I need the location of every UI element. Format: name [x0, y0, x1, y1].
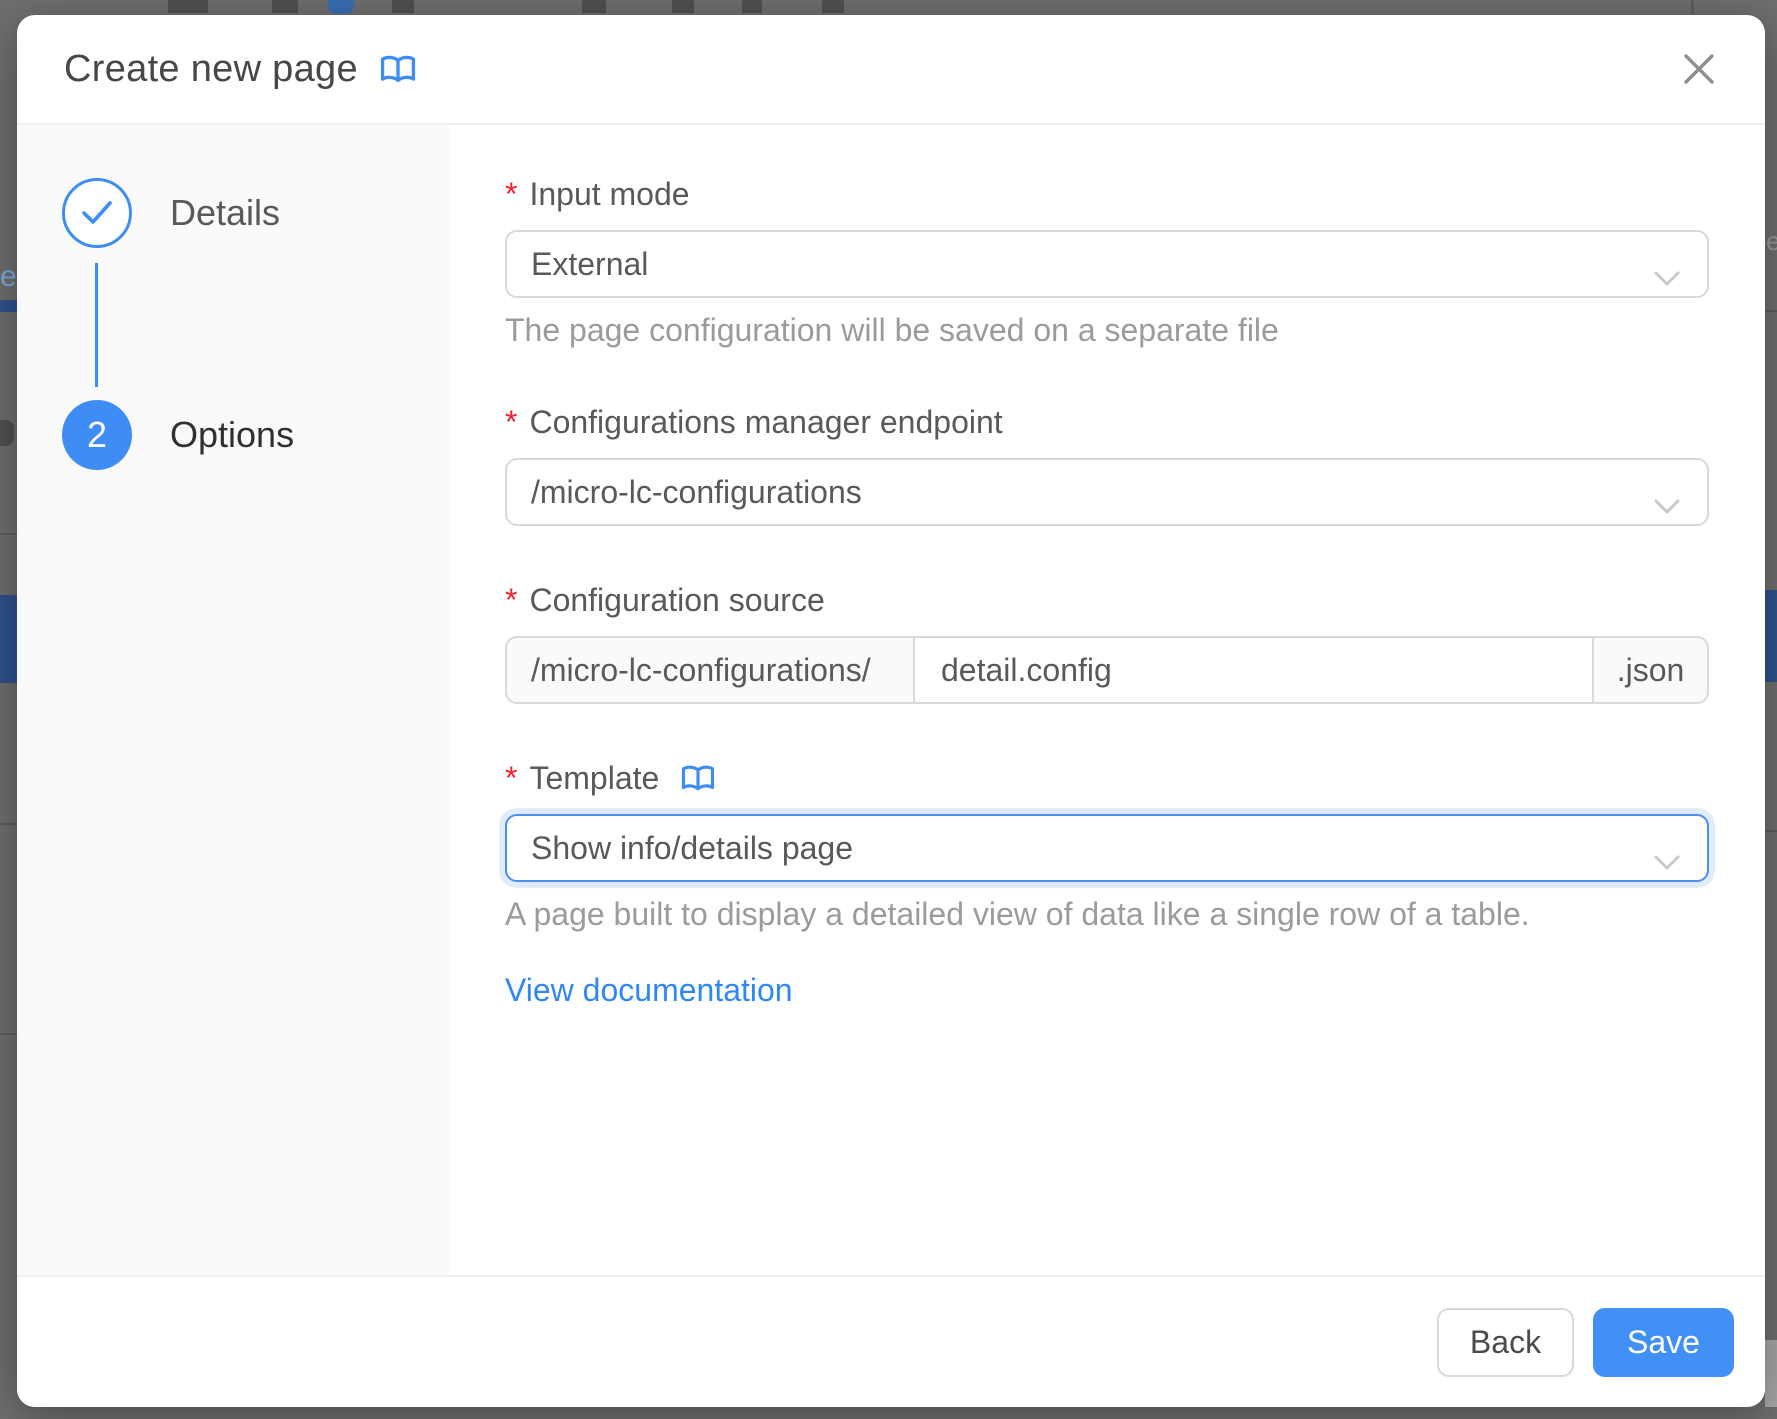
background-artifact — [1765, 310, 1777, 312]
input-mode-value: External — [531, 246, 648, 283]
source-prefix-addon: /micro-lc-configurations/ — [505, 636, 915, 704]
view-documentation-link[interactable]: View documentation — [505, 968, 793, 1012]
required-asterisk: * — [505, 172, 517, 216]
step-details-label[interactable]: Details — [170, 178, 280, 248]
background-artifact — [822, 0, 844, 13]
source-input-group: /micro-lc-configurations/ .json — [505, 636, 1709, 704]
template-label: * Template — [505, 756, 1709, 800]
check-icon — [80, 199, 114, 227]
step-connector — [95, 263, 98, 387]
step-number: 2 — [87, 414, 107, 456]
background-artifact — [0, 300, 17, 312]
open-book-icon[interactable] — [681, 764, 715, 793]
input-mode-select[interactable]: External — [505, 230, 1709, 298]
background-artifact — [1691, 0, 1694, 14]
background-artifact — [168, 0, 208, 13]
chevron-down-icon — [1653, 258, 1681, 295]
background-artifact — [392, 0, 414, 13]
background-artifact — [0, 420, 14, 446]
step-options-label[interactable]: Options — [170, 400, 294, 470]
template-value: Show info/details page — [531, 830, 853, 867]
page-title: Create new page — [64, 48, 358, 91]
modal-body: Details 2 Options * Input mode External … — [17, 125, 1765, 1275]
required-asterisk: * — [505, 578, 517, 622]
input-mode-label: * Input mode — [505, 172, 1709, 216]
background-artifact — [0, 533, 17, 535]
background-artifact — [1765, 1340, 1777, 1407]
modal-footer: Back Save — [17, 1275, 1765, 1407]
back-button[interactable]: Back — [1437, 1308, 1574, 1377]
background-artifact: e — [0, 262, 17, 292]
background-artifact — [582, 0, 606, 13]
background-artifact — [1765, 830, 1777, 832]
open-book-icon[interactable] — [380, 54, 416, 85]
close-button[interactable] — [1671, 41, 1727, 97]
chevron-down-icon — [1653, 486, 1681, 523]
background-artifact — [742, 0, 762, 13]
background-artifact — [328, 0, 354, 14]
endpoint-label: * Configurations manager endpoint — [505, 400, 1709, 444]
source-input-wrap — [913, 636, 1594, 704]
endpoint-value: /micro-lc-configurations — [531, 474, 862, 511]
required-asterisk: * — [505, 400, 517, 444]
step-options-indicator[interactable]: 2 — [62, 400, 132, 470]
save-button[interactable]: Save — [1593, 1308, 1734, 1377]
template-select[interactable]: Show info/details page — [505, 814, 1709, 882]
source-filename-input[interactable] — [915, 638, 1592, 702]
background-artifact — [0, 595, 17, 683]
chevron-down-icon — [1653, 842, 1681, 879]
background-artifact — [1765, 590, 1777, 682]
create-page-modal: Create new page Details 2 Opt — [17, 15, 1765, 1407]
input-mode-helper: The page configuration will be saved on … — [505, 308, 1709, 352]
required-asterisk: * — [505, 756, 517, 800]
stepper-sidebar: Details 2 Options — [17, 125, 450, 1275]
background-artifact — [272, 0, 298, 13]
close-x-icon — [1680, 50, 1718, 88]
template-helper: A page built to display a detailed view … — [505, 892, 1709, 936]
background-artifact — [0, 823, 17, 825]
source-label: * Configuration source — [505, 578, 1709, 622]
options-form: * Input mode External The page configura… — [450, 125, 1765, 1275]
background-artifact — [672, 0, 694, 13]
background-artifact — [0, 1033, 17, 1035]
background-artifact: e — [1766, 228, 1777, 254]
source-suffix-addon: .json — [1592, 636, 1709, 704]
endpoint-select[interactable]: /micro-lc-configurations — [505, 458, 1709, 526]
step-details-indicator[interactable] — [62, 178, 132, 248]
modal-header: Create new page — [17, 15, 1765, 125]
